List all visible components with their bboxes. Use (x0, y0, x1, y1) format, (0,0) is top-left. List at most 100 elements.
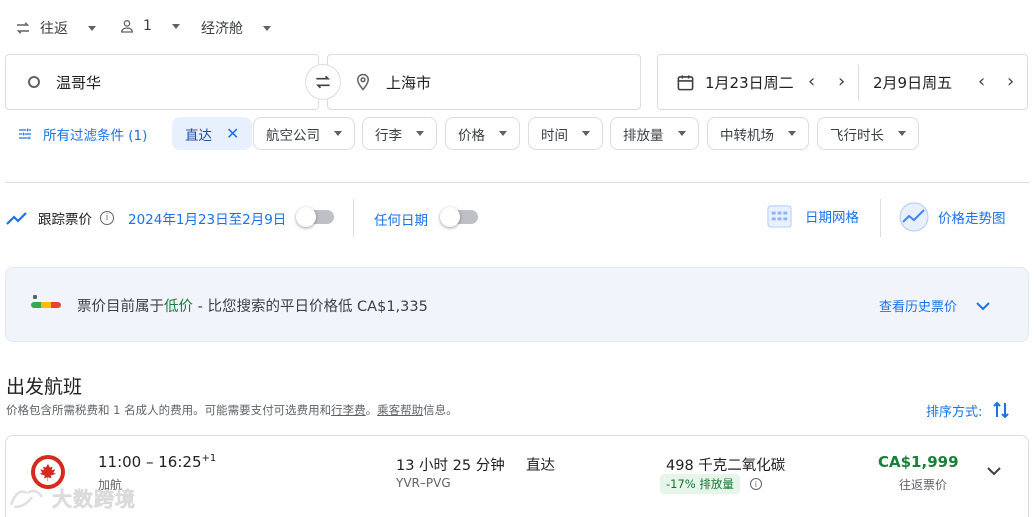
note-mid: 。 (365, 403, 378, 417)
track-dates: 2024年1月23日至2月9日 (128, 212, 287, 228)
filter-chip-price[interactable]: 价格 (445, 117, 520, 150)
price-insight-text: 票价目前属于低价 - 比您搜索的平日价格低 CA$1,335 (77, 295, 428, 316)
chevron-down-icon (171, 23, 180, 29)
calendar-icon (677, 75, 694, 91)
date-divider (858, 65, 859, 101)
origin-input[interactable]: 温哥华 (5, 54, 319, 110)
filter-chip-emissions[interactable]: 排放量 (610, 117, 699, 150)
sort-arrows-icon (993, 401, 1010, 419)
origin-value: 温哥华 (56, 73, 102, 92)
note-suffix: 信息。 (423, 403, 458, 417)
vertical-divider (353, 199, 354, 237)
chevron-down-icon (499, 131, 507, 136)
chip-label: 飞行时长 (830, 127, 884, 144)
track-prices: 跟踪票价 i 2024年1月23日至2月9日 (6, 208, 286, 228)
chip-label: 排放量 (623, 127, 664, 144)
track-prices-label: 跟踪票价 (38, 212, 92, 228)
depart-date-value: 1月23日周二 (705, 74, 794, 92)
info-icon[interactable]: i (749, 478, 762, 490)
trip-type-select[interactable]: 往返 (14, 18, 96, 38)
flight-times: 11:00 – 16:25+1 (98, 453, 216, 471)
filter-chip-connecting-airports[interactable]: 中转机场 (707, 117, 809, 150)
emissions-badge-row: -17% 排放量 i (660, 474, 762, 494)
depart-date-field[interactable]: 1月23日周二 (676, 72, 794, 93)
all-filters-button[interactable]: 所有过滤条件 (1) (17, 124, 147, 144)
price-level-label: 低价 (164, 299, 193, 315)
note-prefix: 价格包含所需税费和 1 名成人的费用。可能需要支付可选费用和 (6, 403, 332, 417)
toggle-knob (440, 207, 460, 227)
chevron-down-icon (263, 25, 271, 31)
destination-input[interactable]: 上海市 (327, 54, 641, 110)
next-return-date-button[interactable]: › (1007, 71, 1014, 92)
destination-value: 上海市 (386, 73, 432, 92)
prev-depart-date-button[interactable]: ‹ (808, 71, 815, 92)
emissions-badge: -17% 排放量 (660, 474, 740, 494)
swap-arrows-icon (315, 75, 331, 89)
filter-chip-bags[interactable]: 行李 (362, 117, 437, 150)
location-pin-icon (356, 73, 370, 91)
chip-label: 航空公司 (266, 127, 320, 144)
results-note: 价格包含所需税费和 1 名成人的费用。可能需要支付可选费用和行李费。乘客帮助信息… (6, 402, 458, 418)
flight-duration: 13 小时 25 分钟 (396, 458, 505, 474)
filter-chip-times[interactable]: 时间 (528, 117, 603, 150)
view-price-history-button[interactable]: 查看历史票价 (879, 296, 991, 315)
price-type: 往返票价 (899, 478, 948, 492)
track-dates-toggle[interactable] (296, 207, 334, 227)
baggage-fees-link[interactable]: 行李费 (331, 403, 366, 417)
swap-arrows-icon (16, 22, 30, 34)
chevron-down-icon (976, 301, 990, 310)
passenger-assistance-link[interactable]: 乘客帮助 (377, 403, 423, 417)
price-insight-banner: 票价目前属于低价 - 比您搜索的平日价格低 CA$1,335 查看历史票价 (5, 267, 1029, 342)
info-icon[interactable]: i (100, 211, 114, 225)
results-heading: 出发航班 (6, 376, 83, 398)
person-icon (120, 20, 134, 33)
return-date-value[interactable]: 2月9日周五 (873, 72, 952, 93)
date-grid-label: 日期网格 (805, 209, 859, 226)
close-icon[interactable]: ✕ (226, 124, 239, 143)
expand-chevron-icon[interactable] (986, 466, 1002, 476)
calendar-grid-icon (767, 205, 792, 228)
chevron-down-icon (88, 25, 96, 31)
chevron-down-icon (416, 131, 424, 136)
price-level-icon (31, 295, 61, 309)
insight-suffix: - 比您搜索的平日价格低 CA$1,335 (193, 299, 428, 315)
passengers-select[interactable]: 1 (119, 18, 180, 34)
day-offset: +1 (201, 453, 217, 464)
price-graph-label: 价格走势图 (938, 211, 1006, 227)
next-depart-date-button[interactable]: › (838, 71, 845, 92)
filter-chip-nonstop[interactable]: 直达 ✕ (172, 117, 253, 150)
insight-prefix: 票价目前属于 (77, 299, 164, 315)
watermark-text: 大数跨境 (52, 487, 136, 512)
chevron-down-icon (788, 131, 796, 136)
filter-chip-duration[interactable]: 飞行时长 (817, 117, 919, 150)
chevron-down-icon (898, 131, 906, 136)
section-divider (5, 182, 1029, 183)
flight-emissions: 498 千克二氧化碳 (666, 458, 786, 474)
flight-route: YVR–PVG (396, 476, 451, 490)
flight-price: CA$1,999 (878, 453, 959, 471)
chevron-down-icon (582, 131, 590, 136)
trip-type-label: 往返 (40, 21, 68, 37)
chip-label: 价格 (458, 127, 485, 144)
chip-label: 行李 (375, 127, 402, 144)
cabin-select[interactable]: 经济舱 (201, 18, 271, 38)
sort-by-button[interactable]: 排序方式: (926, 400, 1010, 420)
all-filters-label: 所有过滤条件 (1) (43, 128, 148, 144)
swap-locations-button[interactable] (305, 64, 341, 100)
chip-label: 直达 (185, 127, 212, 144)
cabin-label: 经济舱 (201, 21, 243, 37)
flight-times-value: 11:00 – 16:25 (98, 453, 202, 471)
any-dates-toggle[interactable] (440, 207, 478, 227)
price-graph-button[interactable]: 价格走势图 (898, 202, 1006, 232)
date-picker[interactable]: 1月23日周二 ‹ › 2月9日周五 ‹ › (657, 54, 1028, 110)
price-history-label: 查看历史票价 (879, 300, 958, 315)
flight-result-card[interactable]: 11:00 – 16:25+1 加航 13 小时 25 分钟 YVR–PVG 直… (5, 435, 1029, 517)
filter-chip-airlines[interactable]: 航空公司 (253, 117, 355, 150)
origin-circle-icon (28, 76, 40, 88)
tune-icon (19, 128, 31, 140)
flight-stops: 直达 (526, 458, 555, 474)
toggle-knob (296, 207, 316, 227)
chip-label: 中转机场 (720, 127, 774, 144)
date-grid-button[interactable]: 日期网格 (766, 202, 859, 229)
prev-return-date-button[interactable]: ‹ (978, 71, 985, 92)
